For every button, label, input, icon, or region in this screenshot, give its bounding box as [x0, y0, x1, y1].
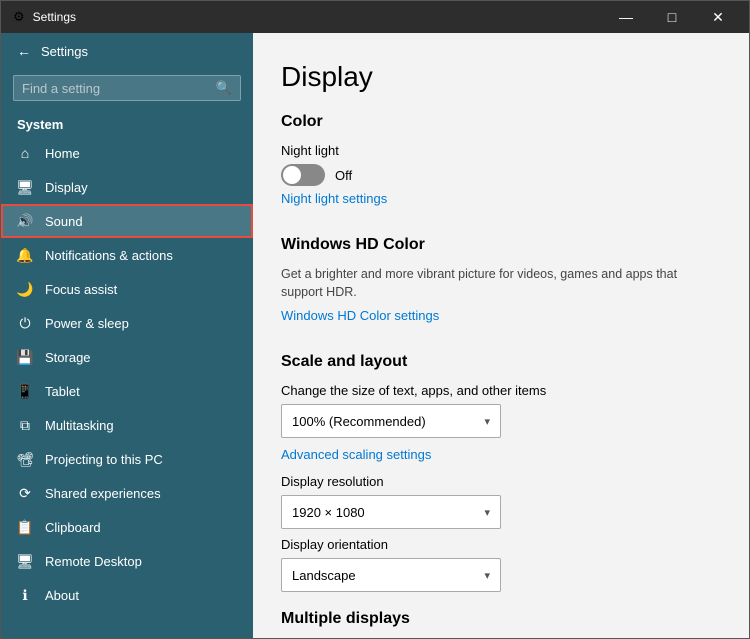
multitasking-icon: ⧉	[17, 417, 33, 433]
title-bar-controls: — □ ✕	[603, 1, 741, 33]
chevron-down-icon: ▾	[484, 506, 490, 519]
scale-dropdown[interactable]: 100% (Recommended) ▾	[281, 404, 501, 438]
sidebar-item-notifications[interactable]: 🔔 Notifications & actions	[1, 238, 253, 272]
hd-color-description: Get a brighter and more vibrant picture …	[281, 266, 717, 301]
settings-window: ⚙ Settings — □ ✕ ← Settings 🔍 System	[0, 0, 750, 639]
sidebar-item-label: Projecting to this PC	[45, 452, 163, 467]
night-light-settings-link[interactable]: Night light settings	[281, 191, 387, 206]
minimize-button[interactable]: —	[603, 1, 649, 33]
storage-icon: 💾	[17, 349, 33, 365]
tablet-icon: 📱	[17, 383, 33, 399]
orientation-dropdown[interactable]: Landscape ▾	[281, 558, 501, 592]
night-light-toggle[interactable]	[281, 164, 325, 186]
sidebar-item-storage[interactable]: 💾 Storage	[1, 340, 253, 374]
page-title: Display	[281, 61, 717, 93]
color-section-title: Color	[281, 113, 717, 131]
sidebar-back[interactable]: ← Settings	[1, 33, 253, 69]
sidebar-item-shared[interactable]: ⟳ Shared experiences	[1, 476, 253, 510]
clipboard-icon: 📋	[17, 519, 33, 535]
sidebar-item-label: About	[45, 588, 79, 603]
sidebar-item-about[interactable]: ℹ About	[1, 578, 253, 612]
sidebar-item-sound[interactable]: 🔊 Sound	[1, 204, 253, 238]
sidebar-back-label: Settings	[41, 44, 88, 59]
power-icon: ⏻	[17, 315, 33, 331]
sidebar-item-home[interactable]: ⌂ Home	[1, 136, 253, 170]
sidebar-item-label: Multitasking	[45, 418, 114, 433]
sidebar-item-label: Notifications & actions	[45, 248, 173, 263]
night-light-label: Night light	[281, 143, 717, 158]
change-size-label: Change the size of text, apps, and other…	[281, 383, 717, 398]
content-area: ← Settings 🔍 System ⌂ Home 🖥 Display 🔊 S…	[1, 33, 749, 638]
home-icon: ⌂	[17, 145, 33, 161]
sidebar-item-projecting[interactable]: 📽 Projecting to this PC	[1, 442, 253, 476]
hd-color-settings-link[interactable]: Windows HD Color settings	[281, 308, 439, 323]
projecting-icon: 📽	[17, 451, 33, 467]
close-button[interactable]: ✕	[695, 1, 741, 33]
advanced-scaling-link[interactable]: Advanced scaling settings	[281, 447, 431, 462]
search-input[interactable]	[22, 81, 210, 96]
sidebar-item-label: Display	[45, 180, 88, 195]
notifications-icon: 🔔	[17, 247, 33, 263]
sidebar: ← Settings 🔍 System ⌂ Home 🖥 Display 🔊 S…	[1, 33, 253, 638]
sidebar-item-tablet[interactable]: 📱 Tablet	[1, 374, 253, 408]
resolution-dropdown[interactable]: 1920 × 1080 ▾	[281, 495, 501, 529]
scale-layout-section-title: Scale and layout	[281, 353, 717, 371]
sidebar-item-clipboard[interactable]: 📋 Clipboard	[1, 510, 253, 544]
display-icon: 🖥	[17, 179, 33, 195]
sidebar-item-label: Focus assist	[45, 282, 117, 297]
chevron-down-icon: ▾	[484, 569, 490, 582]
remote-icon: 🖥	[17, 553, 33, 569]
toggle-thumb	[283, 166, 301, 184]
main-panel: Display Color Night light Off Night ligh…	[253, 33, 749, 638]
title-bar-icon: ⚙	[13, 9, 25, 25]
sidebar-item-label: Shared experiences	[45, 486, 161, 501]
orientation-value: Landscape	[292, 568, 356, 583]
search-box[interactable]: 🔍	[13, 75, 241, 101]
sound-icon: 🔊	[17, 213, 33, 229]
sidebar-item-label: Power & sleep	[45, 316, 129, 331]
sidebar-item-power[interactable]: ⏻ Power & sleep	[1, 306, 253, 340]
sidebar-item-focus[interactable]: 🌙 Focus assist	[1, 272, 253, 306]
chevron-down-icon: ▾	[484, 415, 490, 428]
sidebar-item-remote[interactable]: 🖥 Remote Desktop	[1, 544, 253, 578]
title-bar-title: Settings	[33, 10, 76, 24]
title-bar: ⚙ Settings — □ ✕	[1, 1, 749, 33]
maximize-button[interactable]: □	[649, 1, 695, 33]
sidebar-item-label: Tablet	[45, 384, 80, 399]
about-icon: ℹ	[17, 587, 33, 603]
night-light-row: Off	[281, 164, 717, 186]
orientation-label: Display orientation	[281, 537, 717, 552]
resolution-label: Display resolution	[281, 474, 717, 489]
sidebar-item-label: Storage	[45, 350, 91, 365]
multiple-displays-section-title: Multiple displays	[281, 610, 717, 628]
search-icon: 🔍	[216, 80, 232, 96]
sidebar-item-label: Remote Desktop	[45, 554, 142, 569]
system-section-label: System	[1, 111, 253, 136]
shared-icon: ⟳	[17, 485, 33, 501]
night-light-value: Off	[335, 168, 352, 183]
back-icon: ←	[17, 43, 31, 59]
sidebar-item-label: Clipboard	[45, 520, 101, 535]
sidebar-item-label: Sound	[45, 214, 83, 229]
focus-icon: 🌙	[17, 281, 33, 297]
hd-color-section-title: Windows HD Color	[281, 236, 717, 254]
scale-value: 100% (Recommended)	[292, 414, 426, 429]
resolution-value: 1920 × 1080	[292, 505, 365, 520]
sidebar-item-display[interactable]: 🖥 Display	[1, 170, 253, 204]
title-bar-left: ⚙ Settings	[13, 9, 76, 25]
sidebar-item-label: Home	[45, 146, 80, 161]
sidebar-item-multitasking[interactable]: ⧉ Multitasking	[1, 408, 253, 442]
